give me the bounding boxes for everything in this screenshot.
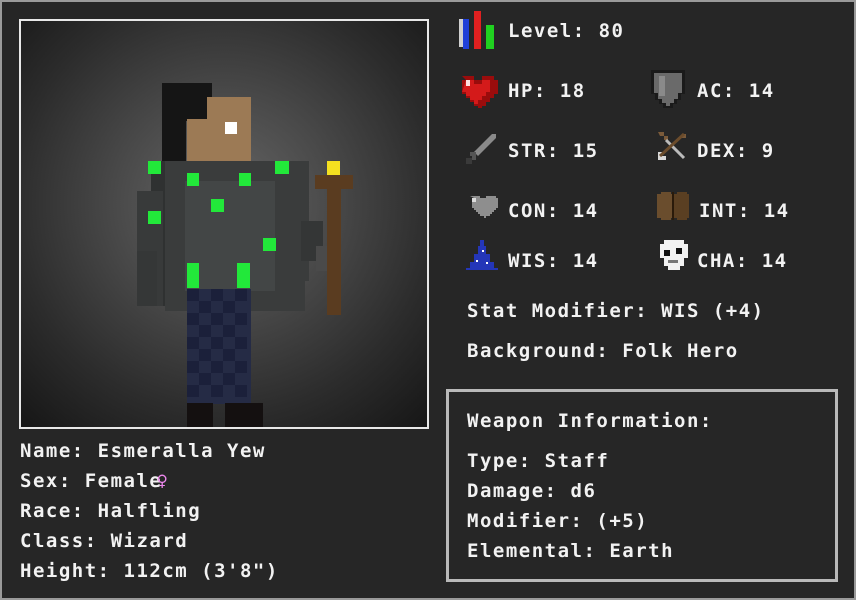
int-value: 14 — [763, 200, 790, 222]
race-label: Race: — [20, 500, 85, 522]
con-label: CON: — [508, 200, 560, 222]
weapon-damage-label: Damage: — [467, 480, 558, 502]
hp-row: HP: 18 — [508, 80, 586, 102]
ac-value: 14 — [748, 80, 775, 102]
book-icon — [657, 192, 689, 220]
cha-row: CHA: 14 — [697, 250, 788, 272]
weapon-info-title: Weapon Information: — [467, 410, 713, 432]
weapon-damage-row: Damage: d6 — [467, 480, 596, 502]
stat-modifier-label: Stat Modifier: — [467, 300, 649, 322]
stat-modifier-row: Stat Modifier: WIS (+4) — [467, 300, 765, 322]
character-portrait — [19, 19, 429, 429]
character-class-row: Class: Wizard — [20, 530, 188, 552]
female-symbol-icon: ♀ — [156, 470, 170, 492]
grey-heart-icon — [470, 196, 498, 218]
name-label: Name: — [20, 440, 85, 462]
character-height-row: Height: 112cm (3'8") — [20, 560, 279, 582]
heart-icon — [462, 76, 498, 108]
stat-modifier-value: WIS (+4) — [661, 300, 765, 322]
character-sex-row: Sex: Female♀ — [20, 470, 169, 492]
int-row: INT: 14 — [699, 200, 790, 222]
cha-value: 14 — [761, 250, 788, 272]
shield-icon — [651, 70, 685, 108]
weapon-modifier-label: Modifier: — [467, 510, 584, 532]
weapon-elemental-value: Earth — [609, 540, 675, 562]
pants-pattern — [187, 289, 251, 404]
weapon-elemental-row: Elemental: Earth — [467, 540, 674, 562]
level-value: 80 — [598, 20, 625, 42]
wis-value: 14 — [572, 250, 599, 272]
sword-icon — [466, 134, 496, 164]
race-value: Halfling — [97, 500, 202, 522]
hp-value: 18 — [559, 80, 586, 102]
dex-label: DEX: — [697, 140, 749, 162]
height-value: 112cm (3'8") — [123, 560, 279, 582]
int-label: INT: — [699, 200, 751, 222]
height-label: Height: — [20, 560, 111, 582]
weapon-modifier-value: (+5) — [596, 510, 649, 532]
dex-row: DEX: 9 — [697, 140, 775, 162]
background-value: Folk Hero — [622, 340, 739, 362]
background-row: Background: Folk Hero — [467, 340, 739, 362]
dex-value: 9 — [761, 140, 775, 162]
weapon-type-label: Type: — [467, 450, 532, 472]
character-sprite — [137, 83, 353, 427]
wizard-hat-icon — [466, 240, 498, 270]
character-race-row: Race: Halfling — [20, 500, 201, 522]
background-label: Background: — [467, 340, 610, 362]
class-value: Wizard — [110, 530, 189, 552]
weapon-damage-value: d6 — [570, 480, 597, 502]
mask-icon — [660, 240, 688, 270]
str-row: STR: 15 — [508, 140, 599, 162]
cha-label: CHA: — [697, 250, 749, 272]
hp-label: HP: — [508, 80, 547, 102]
character-name-row: Name: Esmeralla Yew — [20, 440, 266, 462]
sex-value: Female — [84, 470, 163, 492]
class-label: Class: — [20, 530, 98, 552]
str-label: STR: — [508, 140, 560, 162]
weapon-elemental-label: Elemental: — [467, 540, 597, 562]
level-row: Level: 80 — [508, 20, 624, 42]
bow-icon — [658, 132, 686, 160]
str-value: 15 — [572, 140, 599, 162]
weapon-type-value: Staff — [544, 450, 610, 472]
weapon-type-row: Type: Staff — [467, 450, 609, 472]
wis-row: WIS: 14 — [508, 250, 599, 272]
level-label: Level: — [508, 20, 586, 42]
bar-chart-icon — [459, 11, 494, 49]
name-value: Esmeralla Yew — [97, 440, 266, 462]
ac-label: AC: — [697, 80, 736, 102]
con-value: 14 — [572, 200, 599, 222]
wis-label: WIS: — [508, 250, 560, 272]
sex-label: Sex: — [20, 470, 72, 492]
weapon-modifier-row: Modifier: (+5) — [467, 510, 648, 532]
ac-row: AC: 14 — [697, 80, 775, 102]
con-row: CON: 14 — [508, 200, 599, 222]
